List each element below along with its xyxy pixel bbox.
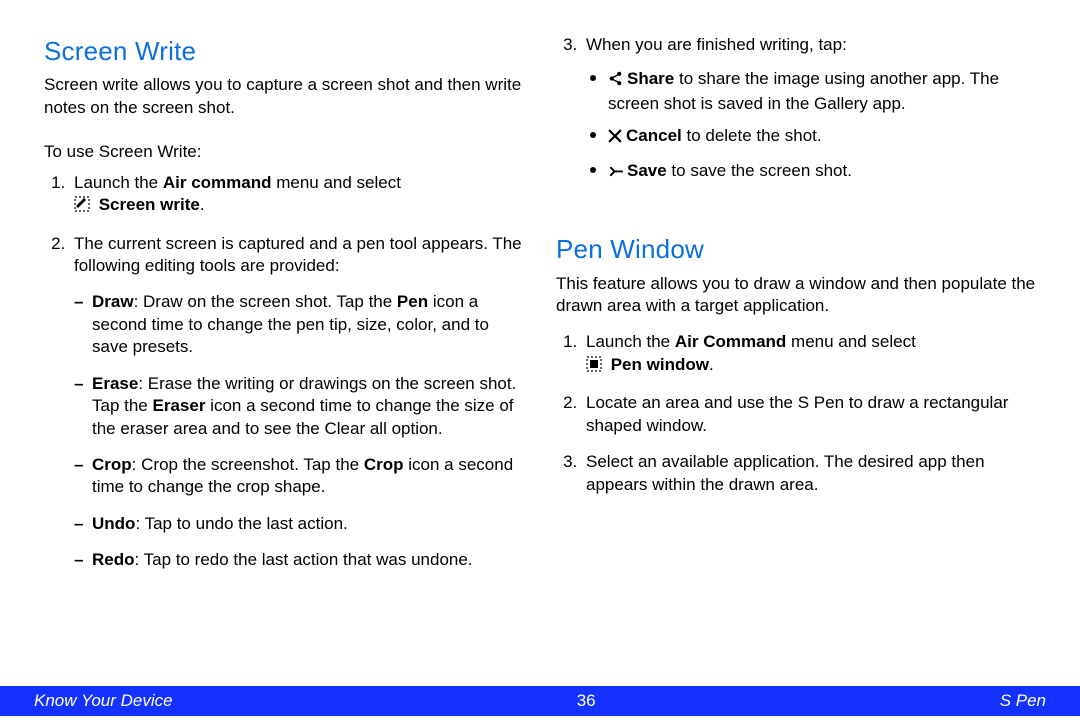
tool-draw: Draw: Draw on the screen shot. Tap the P… bbox=[74, 291, 524, 358]
crop-title: Crop bbox=[92, 455, 132, 474]
tool-list: Draw: Draw on the screen shot. Tap the P… bbox=[74, 291, 524, 571]
screen-write-steps: Launch the Air command menu and select S… bbox=[44, 172, 524, 572]
save-post: to save the screen shot. bbox=[667, 161, 852, 180]
screen-write-steps-cont: When you are finished writing, tap: S bbox=[556, 34, 1036, 184]
step1-post: menu and select bbox=[272, 173, 401, 192]
undo-text: Tap to undo the last action. bbox=[145, 514, 348, 533]
tool-erase: Erase: Erase the writing or drawings on … bbox=[74, 373, 524, 440]
crop-pre: Crop the screenshot. Tap the bbox=[141, 455, 364, 474]
left-column: Screen Write Screen write allows you to … bbox=[44, 34, 524, 680]
draw-bold: Pen bbox=[397, 292, 428, 311]
cancel-title: Cancel bbox=[626, 126, 682, 145]
step1-bold: Air command bbox=[163, 173, 272, 192]
tool-crop: Crop: Crop the screenshot. Tap the Crop … bbox=[74, 454, 524, 499]
draw-title: Draw bbox=[92, 292, 134, 311]
pen-window-step-2: Locate an area and use the S Pen to draw… bbox=[582, 392, 1036, 437]
pen-window-icon-label: Pen window bbox=[606, 355, 709, 374]
screen-write-step-3: When you are finished writing, tap: S bbox=[582, 34, 1036, 184]
action-share: Share to share the image using another a… bbox=[586, 68, 1036, 115]
pen-window-intro: This feature allows you to draw a window… bbox=[556, 273, 1036, 318]
cancel-icon bbox=[608, 127, 622, 149]
step2-text: The current screen is captured and a pen… bbox=[74, 234, 522, 275]
pen-window-step-1: Launch the Air Command menu and select P… bbox=[582, 331, 1036, 378]
action-cancel: Cancel to delete the shot. bbox=[586, 125, 1036, 149]
pen-window-steps: Launch the Air Command menu and select P… bbox=[556, 331, 1036, 496]
save-icon bbox=[608, 162, 623, 184]
footer-right: S Pen bbox=[1000, 690, 1046, 712]
pen-window-icon bbox=[586, 356, 602, 378]
pw-step1-bold: Air Command bbox=[675, 332, 786, 351]
erase-title: Erase bbox=[92, 374, 138, 393]
screen-write-step-1: Launch the Air command menu and select S… bbox=[70, 172, 524, 219]
manual-page: Screen Write Screen write allows you to … bbox=[0, 0, 1080, 720]
pw-step1-pre: Launch the bbox=[586, 332, 675, 351]
screen-write-icon-label: Screen write bbox=[94, 195, 200, 214]
pw-step1-post: menu and select bbox=[786, 332, 915, 351]
finish-actions: Share to share the image using another a… bbox=[586, 68, 1036, 184]
redo-text: Tap to redo the last action that was und… bbox=[144, 550, 473, 569]
tool-undo: Undo: Tap to undo the last action. bbox=[74, 513, 524, 535]
heading-screen-write: Screen Write bbox=[44, 34, 524, 68]
footer-page-number: 36 bbox=[577, 690, 596, 712]
erase-bold: Eraser bbox=[153, 396, 206, 415]
screen-write-intro: Screen write allows you to capture a scr… bbox=[44, 74, 524, 119]
undo-title: Undo bbox=[92, 514, 135, 533]
share-title: Share bbox=[627, 69, 674, 88]
step1-pre: Launch the bbox=[74, 173, 163, 192]
heading-pen-window: Pen Window bbox=[556, 232, 1036, 266]
pen-window-step-3: Select an available application. The des… bbox=[582, 451, 1036, 496]
save-title: Save bbox=[627, 161, 667, 180]
draw-pre: Draw on the screen shot. Tap the bbox=[143, 292, 397, 311]
step3-text: When you are finished writing, tap: bbox=[586, 35, 847, 54]
two-column-layout: Screen Write Screen write allows you to … bbox=[44, 34, 1036, 680]
section-spacer bbox=[556, 198, 1036, 232]
action-save: Save to save the screen shot. bbox=[586, 160, 1036, 184]
footer-left: Know Your Device bbox=[34, 690, 173, 712]
redo-title: Redo bbox=[92, 550, 135, 569]
share-icon bbox=[608, 70, 623, 92]
cancel-post: to delete the shot. bbox=[682, 126, 822, 145]
screen-write-icon bbox=[74, 196, 90, 218]
to-use-screen-write: To use Screen Write: bbox=[44, 141, 524, 163]
right-column: When you are finished writing, tap: S bbox=[556, 34, 1036, 680]
crop-bold: Crop bbox=[364, 455, 404, 474]
tool-redo: Redo: Tap to redo the last action that w… bbox=[74, 549, 524, 571]
screen-write-step-2: The current screen is captured and a pen… bbox=[70, 233, 524, 572]
page-footer: Know Your Device 36 S Pen bbox=[0, 686, 1080, 716]
